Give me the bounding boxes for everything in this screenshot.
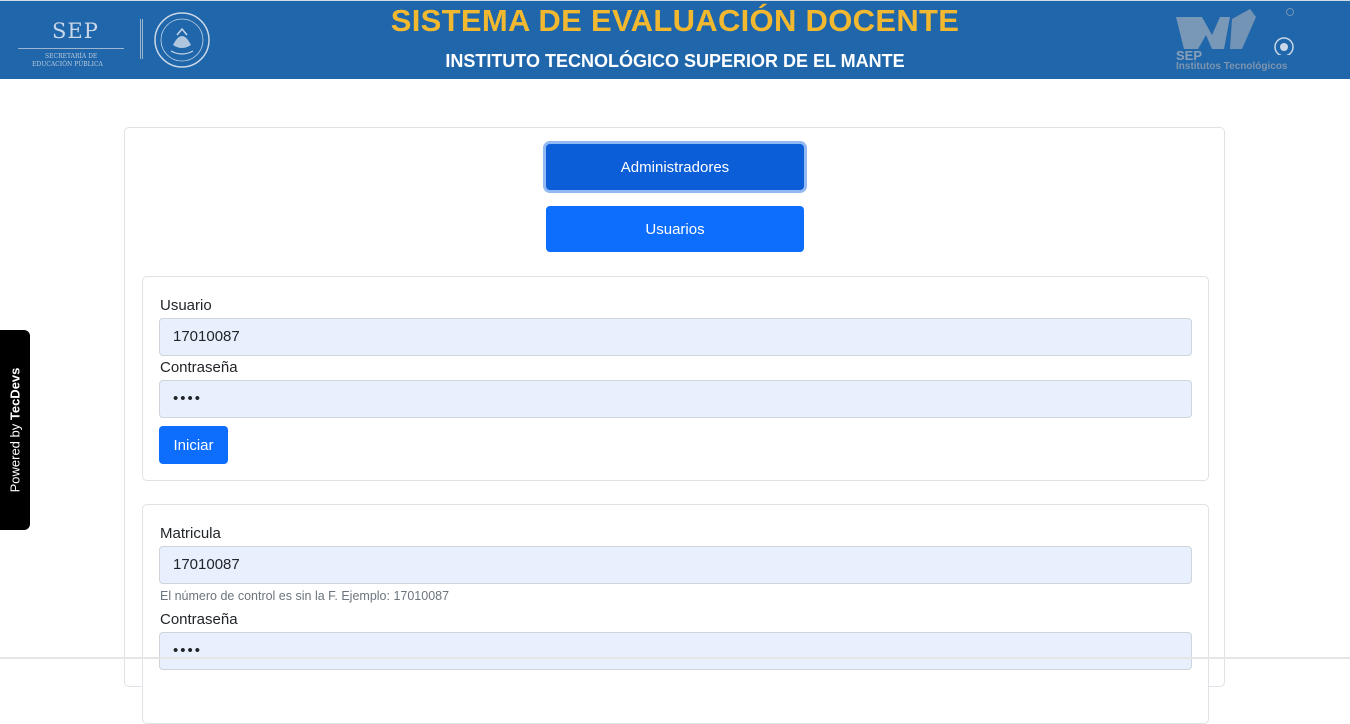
- username-input[interactable]: 17010087: [159, 318, 1192, 356]
- administrators-button[interactable]: Administradores: [546, 144, 804, 190]
- student-password-input[interactable]: ••••: [159, 632, 1192, 670]
- users-button[interactable]: Usuarios: [546, 206, 804, 252]
- student-password-label: Contraseña: [160, 611, 238, 628]
- username-label: Usuario: [160, 297, 212, 314]
- institution-subtitle: INSTITUTO TECNOLÓGICO SUPERIOR DE EL MAN…: [445, 51, 905, 71]
- student-login-form: Matricula 17010087 El número de control …: [142, 504, 1209, 724]
- powered-by-brand: TecDevs: [7, 367, 23, 421]
- student-id-input[interactable]: 17010087: [159, 546, 1192, 584]
- admin-password-input[interactable]: ••••: [159, 380, 1192, 418]
- student-id-hint: El número de control es sin la F. Ejempl…: [160, 589, 450, 603]
- powered-by-badge[interactable]: Powered by TecDevs: [0, 330, 30, 530]
- sep-logo-rule: [18, 48, 124, 49]
- login-submit-button[interactable]: Iniciar: [159, 426, 228, 464]
- page-title: SISTEMA DE EVALUACIÓN DOCENTE: [390, 3, 960, 38]
- login-card: Administradores Usuarios Usuario 1701008…: [124, 127, 1225, 724]
- admin-login-form: Usuario 17010087 Contraseña •••• Iniciar: [142, 276, 1209, 481]
- top-header-bar: SEP SECRETARÍA DE EDUCACIÓN PÚBLICA SIST…: [0, 0, 1350, 79]
- admin-password-label: Contraseña: [160, 359, 238, 376]
- student-id-label: Matricula: [160, 525, 221, 542]
- tecnologicos-logo: SEP Institutos Tecnológicos: [1172, 5, 1302, 75]
- tecnologicos-name-text: Institutos Tecnológicos: [1176, 61, 1288, 72]
- powered-by-prefix: Powered by: [7, 420, 23, 493]
- powered-by-text: Powered by TecDevs: [8, 368, 23, 493]
